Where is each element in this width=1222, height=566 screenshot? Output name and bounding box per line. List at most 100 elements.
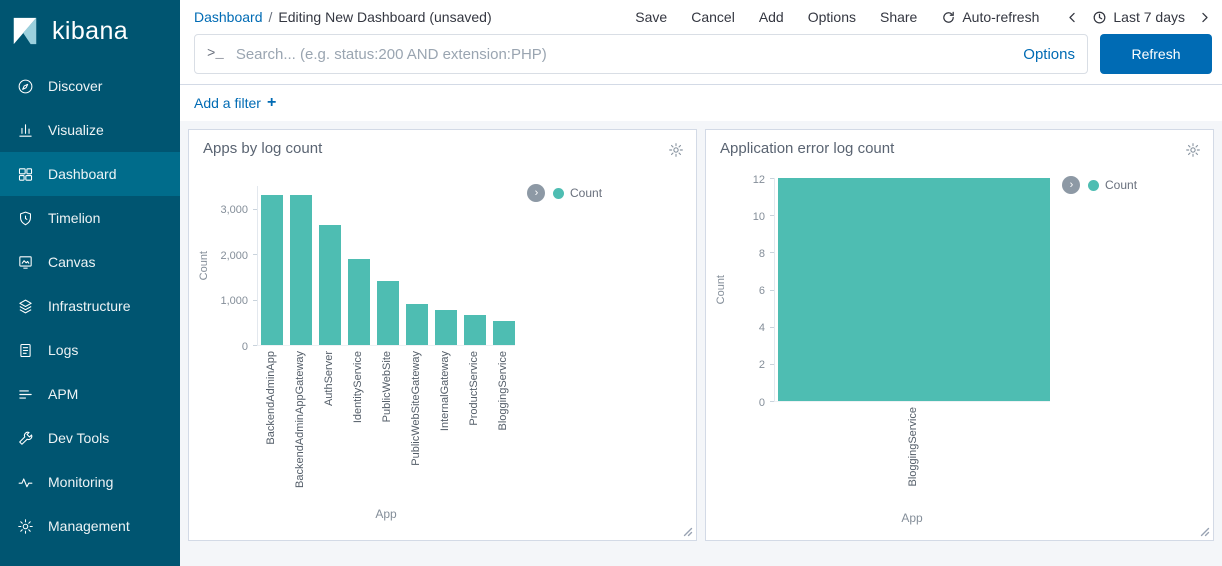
time-picker: Last 7 days: [1065, 9, 1212, 25]
bar-PublicWebSiteGateway[interactable]: [406, 304, 428, 345]
bar-IdentityService[interactable]: [348, 259, 370, 345]
plot-area: BloggingService App: [774, 178, 1050, 525]
panel-resize-handle[interactable]: [1199, 526, 1210, 537]
timelion-icon: [16, 210, 34, 227]
panel-title: Application error log count: [720, 140, 894, 157]
top-menu: Save Cancel Add Options Share Auto-refre…: [635, 9, 1212, 25]
y-axis-title: Count: [195, 186, 213, 346]
panel-title: Apps by log count: [203, 140, 322, 157]
bar-ProductService[interactable]: [464, 315, 486, 345]
main-content: Dashboard / Editing New Dashboard (unsav…: [180, 0, 1222, 566]
breadcrumb: Dashboard / Editing New Dashboard (unsav…: [194, 9, 492, 25]
sidebar-item-label: Timelion: [48, 210, 100, 226]
x-axis-category-label: PublicWebSiteGateway: [410, 351, 422, 466]
bar-BloggingService[interactable]: [493, 321, 515, 345]
sidebar-item-label: Logs: [48, 342, 78, 358]
time-back-button[interactable]: [1065, 10, 1080, 25]
time-range-label: Last 7 days: [1113, 9, 1185, 25]
sidebar-item-infrastructure[interactable]: Infrastructure: [0, 284, 180, 328]
bar-InternalGateway[interactable]: [435, 310, 457, 345]
panel-resize-handle[interactable]: [682, 526, 693, 537]
breadcrumb-dashboard-link[interactable]: Dashboard: [194, 9, 263, 25]
bar-BackendAdminAppGateway[interactable]: [290, 195, 312, 345]
search-input[interactable]: [234, 45, 1013, 64]
y-axis-tick-label: 6: [759, 285, 765, 297]
x-axis-category-label: BloggingService: [497, 351, 509, 431]
filter-bar: Add a filter +: [180, 85, 1222, 121]
clock-icon: [1092, 10, 1107, 25]
y-axis-tick-mark: [770, 252, 774, 253]
logs-icon: [16, 342, 34, 359]
panel-gear-button[interactable]: [1183, 140, 1203, 160]
dashboard-icon: [16, 166, 34, 183]
options-button[interactable]: Options: [808, 9, 856, 25]
panel-application-error-log-count: Application error log count Count 024681…: [705, 129, 1214, 541]
sidebar-item-label: Infrastructure: [48, 298, 130, 314]
top-header: Dashboard / Editing New Dashboard (unsav…: [180, 0, 1222, 85]
legend-label: Count: [570, 186, 602, 200]
x-axis-label-cell: IdentityService: [347, 351, 369, 503]
dashboard-grid: Apps by log count Count 01,0002,0003,000…: [180, 121, 1222, 566]
y-axis-tick-label: 12: [753, 174, 765, 186]
x-axis-label-cell: AuthServer: [318, 351, 340, 503]
sidebar-item-canvas[interactable]: Canvas: [0, 240, 180, 284]
legend-color-dot: [1088, 180, 1099, 191]
search-prompt-icon: >_: [207, 46, 224, 62]
x-axis-category-label: PublicWebSite: [381, 351, 393, 422]
bar-chart-application-error-log-count: Count 024681012 BloggingService App › Co…: [706, 178, 1213, 525]
share-button[interactable]: Share: [880, 9, 917, 25]
cancel-button[interactable]: Cancel: [691, 9, 735, 25]
search-box: >_ Options: [194, 34, 1088, 74]
sidebar-item-logs[interactable]: Logs: [0, 328, 180, 372]
search-options-link[interactable]: Options: [1023, 46, 1075, 63]
sidebar-item-management[interactable]: Management: [0, 504, 180, 548]
sidebar-item-discover[interactable]: Discover: [0, 64, 180, 108]
sidebar-item-timelion[interactable]: Timelion: [0, 196, 180, 240]
bar-BloggingService[interactable]: [778, 178, 1050, 401]
y-axis-tick-mark: [770, 178, 774, 179]
chart-body: Count 01,0002,0003,000 BackendAdminAppBa…: [189, 186, 696, 521]
x-axis-category-label: BackendAdminApp: [265, 351, 277, 445]
y-axis: 01,0002,0003,000: [213, 186, 257, 346]
sidebar-item-dashboard[interactable]: Dashboard: [0, 152, 180, 196]
sidebar-item-visualize[interactable]: Visualize: [0, 108, 180, 152]
y-axis-tick-mark: [770, 290, 774, 291]
sidebar-item-monitoring[interactable]: Monitoring: [0, 460, 180, 504]
panel-gear-button[interactable]: [666, 140, 686, 160]
visualize-icon: [16, 122, 34, 139]
sidebar-item-label: Dashboard: [48, 166, 117, 182]
x-axis-labels: BloggingService: [774, 407, 1050, 507]
discover-icon: [16, 78, 34, 95]
bar-PublicWebSite[interactable]: [377, 281, 399, 345]
legend-toggle-icon[interactable]: ›: [527, 184, 545, 202]
apm-icon: [16, 386, 34, 403]
y-axis-title: Count: [712, 178, 730, 402]
x-axis-category-label: InternalGateway: [439, 351, 451, 431]
bar-BackendAdminApp[interactable]: [261, 195, 283, 345]
auto-refresh-button[interactable]: Auto-refresh: [941, 9, 1039, 25]
sidebar-item-apm[interactable]: APM: [0, 372, 180, 416]
kibana-logo[interactable]: kibana: [0, 0, 180, 60]
time-forward-button[interactable]: [1197, 10, 1212, 25]
x-axis-label-cell: BloggingService: [777, 407, 1049, 507]
bar-AuthServer[interactable]: [319, 225, 341, 345]
add-filter-button[interactable]: Add a filter +: [194, 95, 276, 111]
legend-item-count[interactable]: Count: [1088, 178, 1137, 192]
y-axis-tick-label: 2: [759, 359, 765, 371]
monitoring-icon: [16, 474, 34, 491]
refresh-button[interactable]: Refresh: [1100, 34, 1212, 74]
add-button[interactable]: Add: [759, 9, 784, 25]
y-axis-tick-mark: [253, 345, 257, 346]
x-axis-label-cell: BackendAdminApp: [260, 351, 282, 503]
sidebar-item-dev-tools[interactable]: Dev Tools: [0, 416, 180, 460]
search-row: >_ Options Refresh: [180, 30, 1222, 84]
save-button[interactable]: Save: [635, 9, 667, 25]
sidebar-nav: Discover Visualize Dashboard Timelion: [0, 64, 180, 548]
time-range-button[interactable]: Last 7 days: [1092, 9, 1185, 25]
y-axis-tick-label: 3,000: [220, 204, 248, 216]
legend-toggle-icon[interactable]: ›: [1062, 176, 1080, 194]
legend-item-count[interactable]: Count: [553, 186, 602, 200]
x-axis-category-label: BloggingService: [907, 407, 919, 487]
y-axis-tick-mark: [253, 254, 257, 255]
panel-header: Apps by log count: [189, 130, 696, 160]
